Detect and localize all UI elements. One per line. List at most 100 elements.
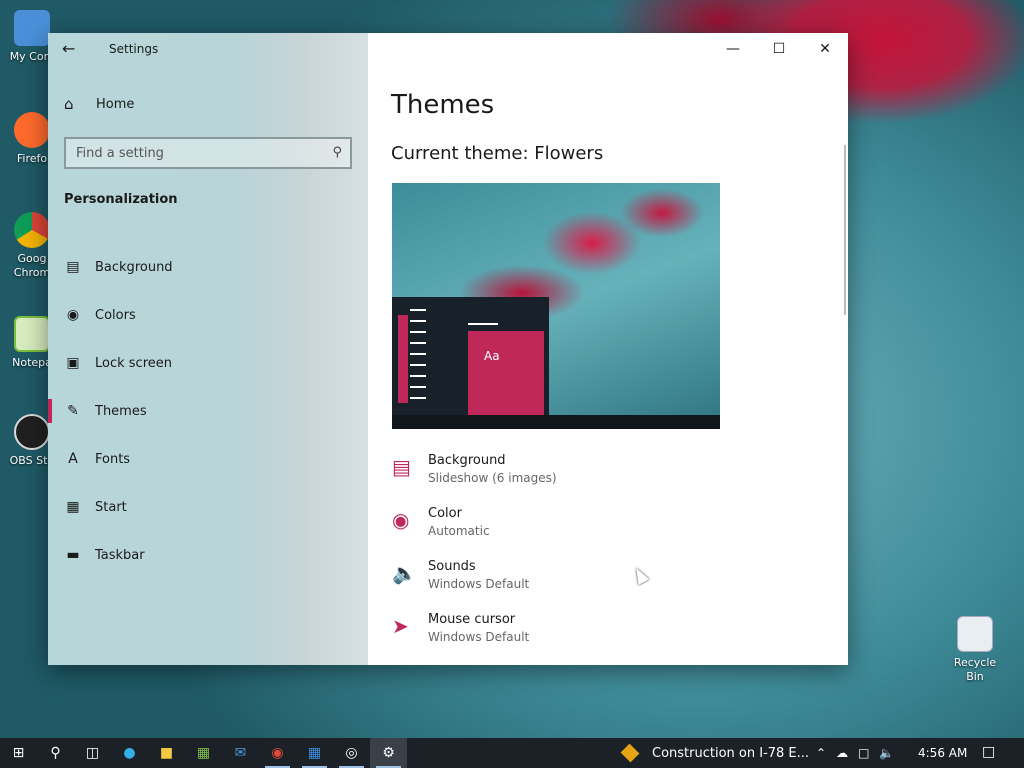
edge-icon: ●	[123, 745, 136, 761]
sidebar-item-label: Fonts	[95, 451, 131, 467]
preview-topbar	[468, 323, 498, 325]
sidebar-item-label: Lock screen	[95, 355, 172, 371]
search-icon: ⚲	[332, 145, 342, 160]
speaker-icon: 🔈	[392, 561, 417, 585]
property-background[interactable]: ▤ Background Slideshow (6 images)	[392, 453, 812, 506]
sidebar-item-start[interactable]: ▦ Start	[48, 483, 368, 531]
sidebar-item-label: Background	[95, 259, 173, 275]
search-box[interactable]: ⚲	[64, 137, 352, 169]
firefox-icon	[14, 112, 50, 148]
property-value: Automatic	[428, 524, 490, 538]
scrollbar[interactable]	[844, 145, 846, 315]
back-button[interactable]: ←	[62, 39, 82, 59]
search-input[interactable]	[66, 139, 316, 167]
task-view-button[interactable]: ◫	[74, 738, 111, 768]
preview-sidebar	[398, 315, 408, 403]
network-icon[interactable]: □	[858, 746, 869, 760]
obs-icon: ◎	[345, 745, 358, 761]
picture-icon: ▤	[66, 259, 80, 275]
lock-screen-icon: ▣	[66, 355, 80, 371]
themes-content: — ☐ ✕ Themes Current theme: Flowers Aa ▤	[368, 33, 848, 665]
home-icon: ⌂	[64, 95, 74, 113]
property-color[interactable]: ◉ Color Automatic	[392, 506, 812, 559]
themes-icon: ✎	[67, 403, 79, 419]
search-icon: ⚲	[50, 745, 61, 761]
sidebar-item-taskbar[interactable]: ▬ Taskbar	[48, 531, 368, 579]
maximize-button[interactable]: ☐	[756, 33, 802, 65]
obs-icon	[14, 414, 50, 450]
page-title: Themes	[391, 90, 495, 120]
chevron-up-icon[interactable]: ⌃	[816, 746, 826, 760]
cursor-icon: ➤	[392, 614, 409, 638]
preview-start-menu: Aa	[392, 297, 549, 415]
taskbar-edge[interactable]: ●	[111, 738, 148, 768]
property-value: Slideshow (6 images)	[428, 471, 557, 485]
close-button[interactable]: ✕	[802, 33, 848, 65]
sidebar-item-themes[interactable]: ✎ Themes	[48, 387, 368, 435]
task-view-icon: ◫	[85, 745, 100, 761]
taskbar-file-explorer[interactable]: ■	[148, 738, 185, 768]
fonts-icon: A	[68, 451, 78, 467]
section-heading: Personalization	[64, 192, 178, 207]
preview-tile: Aa	[468, 331, 544, 415]
search-button[interactable]: ⚲	[37, 738, 74, 768]
taskbar-calendar[interactable]: ▦	[296, 738, 333, 768]
system-tray: ⌃ ☁ □ 🔈	[816, 738, 904, 768]
sidebar-item-fonts[interactable]: A Fonts	[48, 435, 368, 483]
property-name: Background	[428, 453, 506, 468]
preview-tile-text: Aa	[484, 349, 500, 363]
property-sounds[interactable]: 🔈 Sounds Windows Default	[392, 559, 812, 612]
sidebar-item-label: Taskbar	[95, 547, 145, 563]
taskbar-obs[interactable]: ◎	[333, 738, 370, 768]
property-name: Color	[428, 506, 462, 521]
chrome-icon: ◉	[271, 745, 284, 761]
chrome-icon	[14, 212, 50, 248]
taskbar-mail[interactable]: ✉	[222, 738, 259, 768]
news-widget[interactable]: Construction on I-78 E...	[620, 738, 809, 768]
volume-icon[interactable]: 🔈	[879, 746, 894, 760]
settings-sidebar: ← Settings ⌂ Home ⚲ Personalization ▤ Ba…	[48, 33, 368, 665]
palette-icon: ◉	[392, 508, 410, 532]
calendar-icon: ▦	[307, 745, 322, 761]
taskbar-store[interactable]: ▦	[185, 738, 222, 768]
sidebar-item-label: Start	[95, 499, 127, 515]
sidebar-item-lock-screen[interactable]: ▣ Lock screen	[48, 339, 368, 387]
window-title: Settings	[109, 42, 159, 56]
desktop-icon-label: Recycle Bin	[953, 656, 997, 683]
current-theme-label: Current theme: Flowers	[391, 143, 604, 164]
start-icon: ▦	[66, 499, 80, 515]
clock[interactable]: 4:56 AM	[918, 746, 967, 760]
sidebar-nav: ▤ Background ◉ Colors ▣ Lock screen ✎ Th…	[48, 243, 368, 579]
folder-icon: ■	[159, 745, 174, 761]
news-text: Construction on I-78 E...	[652, 745, 810, 761]
property-value: Windows Default	[428, 630, 530, 644]
taskbar-icon: ▬	[66, 547, 80, 563]
sidebar-item-label: Themes	[95, 403, 147, 419]
taskbar-settings[interactable]: ⚙	[370, 738, 407, 768]
desktop-icon-recycle-bin[interactable]: Recycle Bin	[944, 616, 1006, 684]
home-link[interactable]: ⌂ Home	[64, 95, 134, 113]
theme-properties: ▤ Background Slideshow (6 images) ◉ Colo…	[392, 453, 812, 665]
start-button[interactable]: ⊞	[0, 738, 37, 768]
home-label: Home	[96, 96, 135, 112]
property-value: Windows Default	[428, 577, 530, 591]
property-mouse-cursor[interactable]: ➤ Mouse cursor Windows Default	[392, 612, 812, 665]
cloud-icon[interactable]: ☁	[836, 746, 848, 760]
recycle-bin-icon	[957, 616, 993, 652]
taskbar-chrome[interactable]: ◉	[259, 738, 296, 768]
settings-window: ← Settings ⌂ Home ⚲ Personalization ▤ Ba…	[48, 33, 848, 665]
property-name: Mouse cursor	[428, 612, 516, 627]
minimize-button[interactable]: —	[710, 33, 756, 65]
title-bar: ← Settings	[48, 33, 368, 65]
store-icon: ▦	[196, 745, 211, 761]
theme-preview: Aa	[392, 183, 720, 429]
windows-logo-icon: ⊞	[12, 745, 25, 761]
sidebar-item-label: Colors	[95, 307, 136, 323]
sidebar-item-colors[interactable]: ◉ Colors	[48, 291, 368, 339]
computer-icon	[14, 10, 50, 46]
warning-icon	[620, 743, 640, 763]
picture-icon: ▤	[392, 455, 411, 479]
preview-taskbar	[392, 415, 720, 429]
notification-icon[interactable]: □	[982, 744, 995, 760]
sidebar-item-background[interactable]: ▤ Background	[48, 243, 368, 291]
